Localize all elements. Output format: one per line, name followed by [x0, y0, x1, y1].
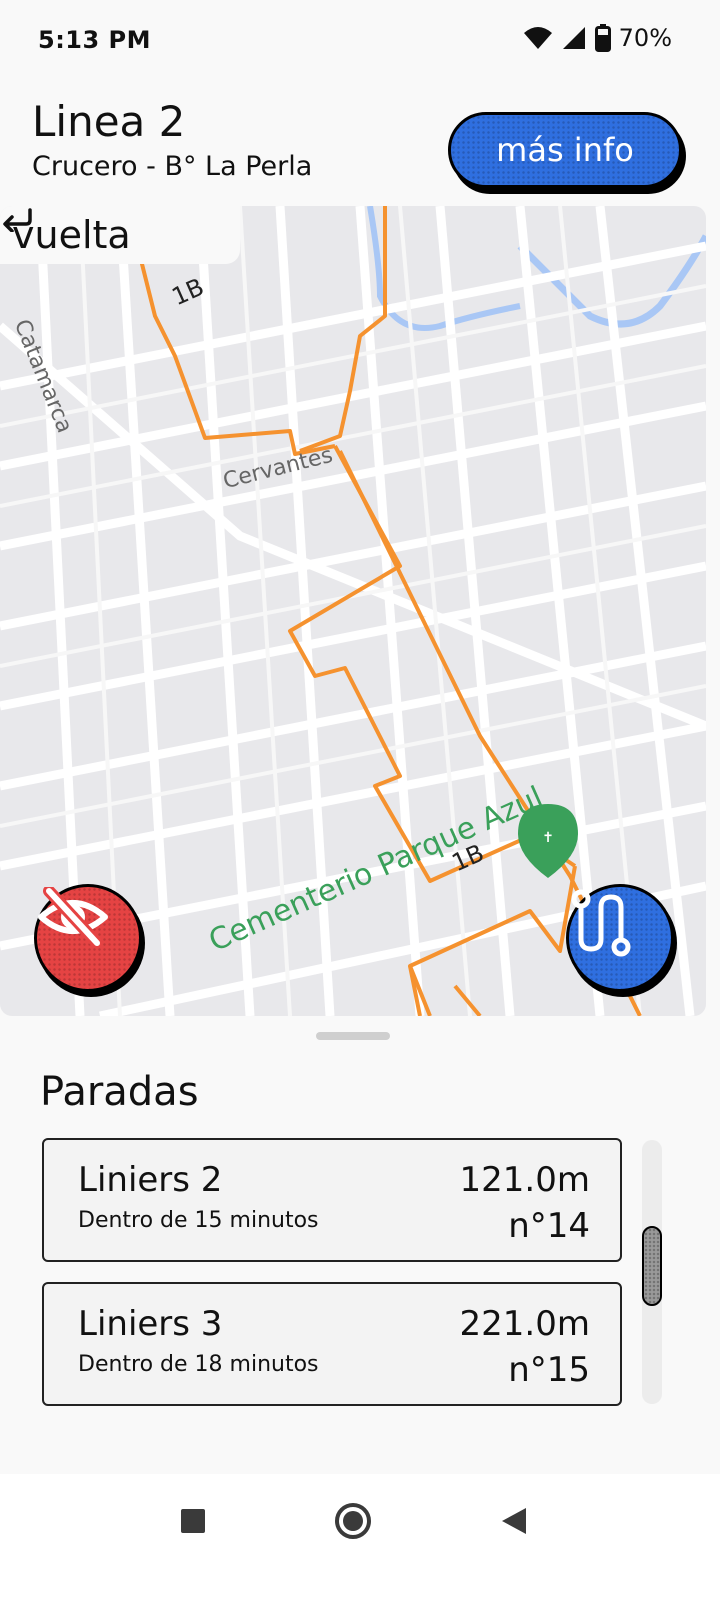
signal-icon	[562, 27, 585, 49]
eye-off-icon	[38, 887, 108, 947]
stop-distance: 121.0m	[459, 1160, 590, 1200]
stop-card[interactable]: Liniers 2 Dentro de 15 minutos 121.0m n°…	[42, 1138, 622, 1262]
stop-card[interactable]: Liniers 3 Dentro de 18 minutos 221.0m n°…	[42, 1282, 622, 1406]
stop-number: n°15	[508, 1350, 590, 1390]
battery-icon	[594, 24, 611, 52]
stop-eta: Dentro de 18 minutos	[78, 1352, 319, 1377]
stop-distance: 221.0m	[459, 1304, 590, 1344]
route-icon	[571, 889, 631, 957]
route-subtitle: Crucero - B° La Perla	[32, 151, 313, 182]
return-arrow-icon	[3, 208, 32, 232]
stop-name: Liniers 3	[78, 1304, 223, 1344]
recents-icon[interactable]	[180, 1508, 206, 1534]
route-map[interactable]: ✝ Catamarca Cervantes 1B 1B Cementerio P…	[0, 206, 706, 1016]
sheet-drag-handle[interactable]	[316, 1032, 390, 1040]
stop-eta: Dentro de 15 minutos	[78, 1208, 319, 1233]
stops-title: Paradas	[40, 1069, 199, 1115]
status-icons: 70%	[523, 24, 672, 52]
system-nav-bar	[0, 1474, 720, 1600]
direction-indicator: vuelta	[0, 206, 240, 264]
stop-name: Liniers 2	[78, 1160, 223, 1200]
show-route-button[interactable]	[566, 884, 674, 992]
stops-list: Liniers 2 Dentro de 15 minutos 121.0m n°…	[42, 1138, 622, 1426]
hide-route-button[interactable]	[34, 884, 142, 992]
status-bar: 5:13 PM 70%	[0, 0, 720, 84]
line-title: Linea 2	[32, 97, 186, 146]
home-icon[interactable]	[334, 1502, 372, 1540]
battery-percent: 70%	[618, 24, 672, 52]
wifi-icon	[523, 27, 552, 49]
scrollbar-thumb[interactable]	[642, 1226, 662, 1306]
svg-text:✝: ✝	[542, 830, 554, 846]
more-info-button[interactable]: más info	[448, 112, 682, 188]
back-icon[interactable]	[500, 1506, 528, 1536]
stop-number: n°14	[508, 1206, 590, 1246]
status-time: 5:13 PM	[38, 26, 152, 54]
